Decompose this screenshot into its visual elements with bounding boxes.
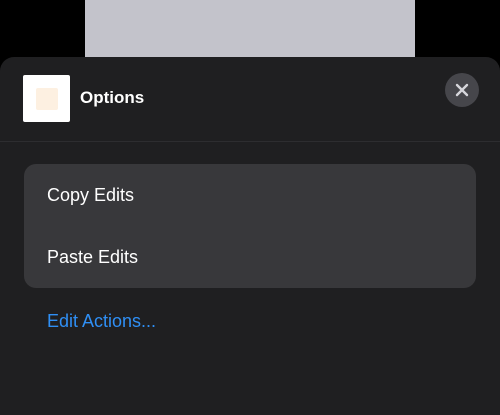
- thumbnail-image: [35, 87, 58, 110]
- photo-thumbnail: [23, 75, 70, 122]
- sheet-header: Options: [0, 57, 500, 142]
- screen: Options Copy Edits Paste Edits Edit Acti…: [0, 0, 500, 415]
- edit-actions-link[interactable]: Edit Actions...: [47, 311, 156, 331]
- close-icon: [455, 83, 469, 97]
- close-button[interactable]: [445, 73, 479, 107]
- paste-edits-item[interactable]: Paste Edits: [24, 226, 476, 288]
- sheet-title: Options: [80, 88, 145, 107]
- edits-menu: Copy Edits Paste Edits: [24, 164, 476, 288]
- copy-edits-item[interactable]: Copy Edits: [24, 164, 476, 226]
- options-sheet: Options Copy Edits Paste Edits Edit Acti…: [0, 57, 500, 415]
